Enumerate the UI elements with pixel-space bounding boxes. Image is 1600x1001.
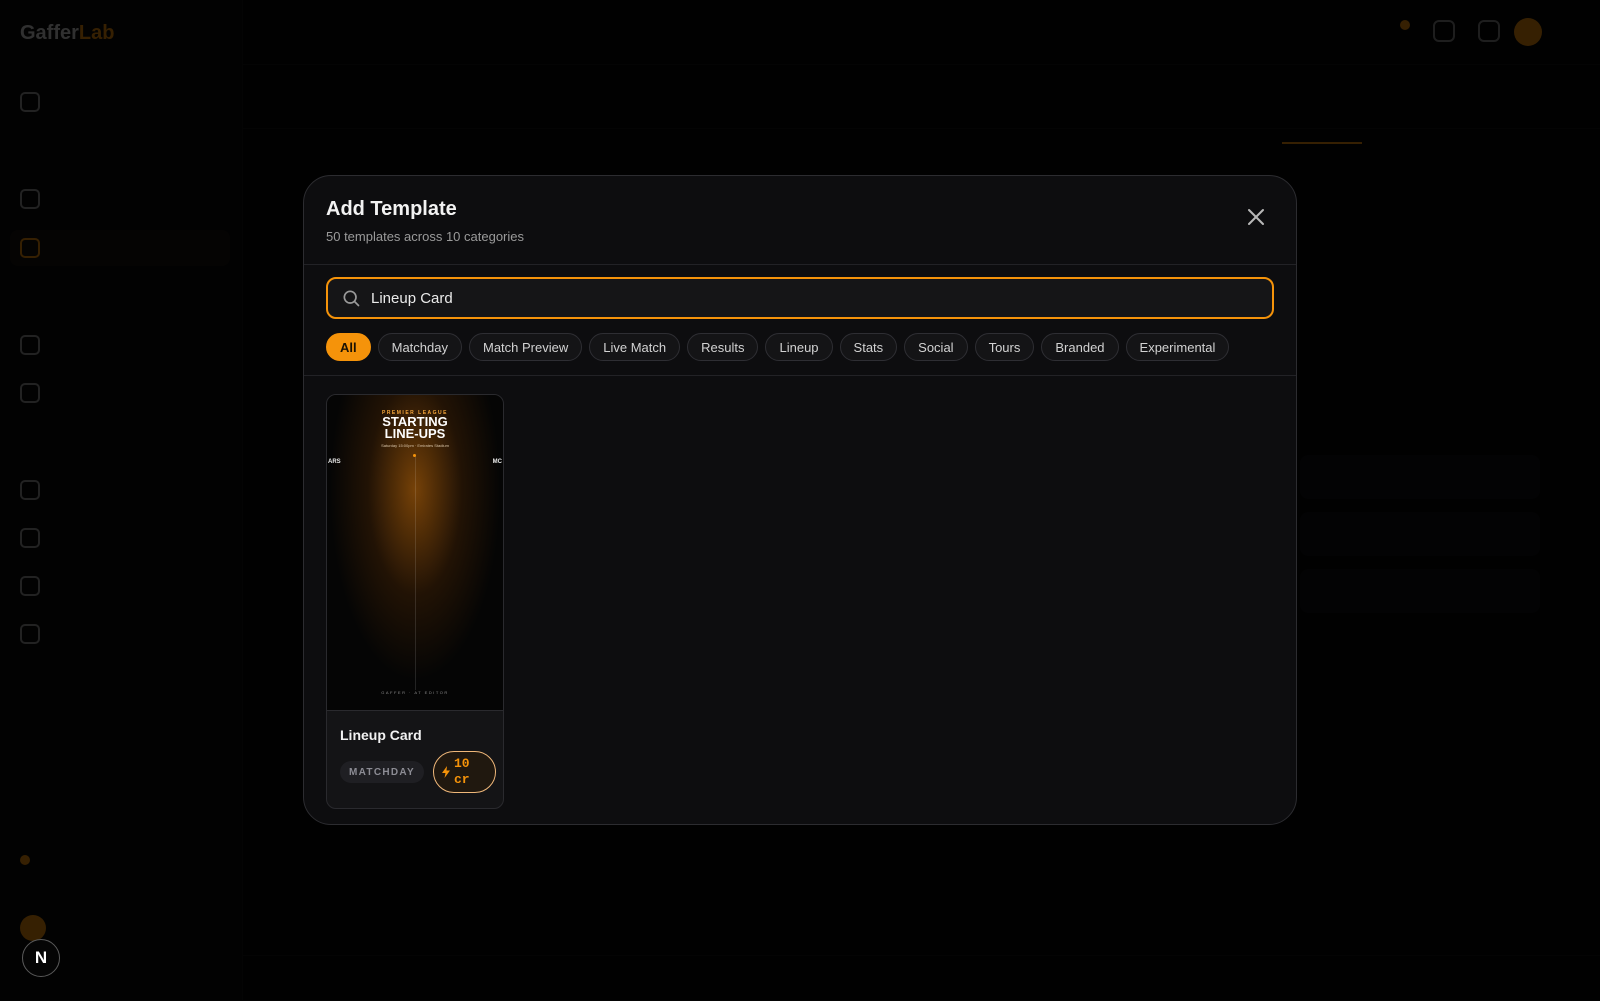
preview-footer: GAFFER · AT EDITOR	[381, 690, 449, 695]
modal-header: Add Template 50 templates across 10 cate…	[304, 176, 1296, 265]
preview-team-away: MC	[492, 459, 502, 465]
category-chip-all[interactable]: All	[326, 333, 371, 361]
category-chip-results[interactable]: Results	[687, 333, 759, 361]
category-chip-stats[interactable]: Stats	[839, 333, 898, 361]
category-filter: All Matchday Match Preview Live Match Result…	[326, 333, 1230, 361]
category-chip-social[interactable]: Social	[904, 333, 968, 361]
category-chip-tours[interactable]: Tours	[974, 333, 1035, 361]
template-card[interactable]: PREMIER LEAGUE STARTING LINE-UPS Saturda…	[326, 394, 504, 809]
add-template-modal: Add Template 50 templates across 10 cate…	[303, 175, 1297, 825]
close-icon	[1248, 209, 1264, 225]
next-dev-badge[interactable]: N	[22, 939, 60, 977]
preview-meta: Saturday 15:00pm · Emirates Stadium	[381, 443, 449, 448]
preview-team-home: ARS	[328, 459, 341, 465]
modal-title: Add Template	[326, 198, 457, 220]
modal-subtitle: 50 templates across 10 categories	[326, 229, 524, 244]
cost-badge: 10 cr	[432, 751, 496, 793]
category-chip-live-match[interactable]: Live Match	[589, 333, 681, 361]
category-chip-matchday[interactable]: Matchday	[377, 333, 462, 361]
close-button[interactable]	[1244, 205, 1268, 229]
cost-value: 10 cr	[453, 756, 470, 787]
category-chip-experimental[interactable]: Experimental	[1125, 333, 1230, 361]
search-icon	[343, 290, 360, 307]
category-badge: MATCHDAY	[340, 761, 424, 783]
preview-title: STARTING LINE-UPS	[382, 414, 448, 441]
template-badges: MATCHDAY 10 cr	[340, 751, 496, 793]
template-grid: PREMIER LEAGUE STARTING LINE-UPS Saturda…	[326, 394, 504, 809]
template-name: Lineup Card	[340, 727, 422, 743]
template-preview: PREMIER LEAGUE STARTING LINE-UPS Saturda…	[327, 395, 503, 711]
category-chip-match-preview[interactable]: Match Preview	[469, 333, 583, 361]
modal-controls: AllMatchdayMatch PreviewLive MatchResult…	[304, 264, 1296, 376]
search-box[interactable]	[326, 277, 1274, 319]
category-chip-branded[interactable]: Branded	[1041, 333, 1119, 361]
category-chip-lineup[interactable]: Lineup	[765, 333, 833, 361]
search-input[interactable]	[371, 289, 1272, 307]
bolt-icon	[441, 766, 450, 778]
